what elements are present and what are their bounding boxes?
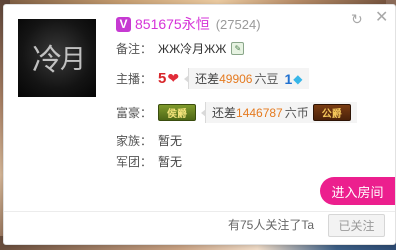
army-label: 军团： [116, 155, 153, 169]
remark-value: ЖЖ冷月ЖЖ [158, 42, 227, 56]
anchor-upgrade-tip: 还差 49906 六豆 1 ◆ [184, 68, 309, 89]
name-row: V 851675永恒 (27524) [116, 14, 261, 34]
family-label: 家族： [116, 134, 153, 148]
anchor-diff-value: 49906 [219, 71, 253, 86]
refresh-icon[interactable]: ↻ [351, 12, 365, 26]
diamond-icon: ◆ [293, 71, 303, 86]
avatar-art: 冷 [32, 43, 62, 78]
wealth-upgrade-tip: 还差 1446787 六币 公爵 [201, 102, 357, 123]
wealth-diff-value: 1446787 [236, 105, 283, 120]
heart-icon: ❤ [167, 70, 180, 86]
divider [4, 211, 395, 212]
wealth-row: 富豪： 侯爵 还差 1446787 六币 公爵 [116, 102, 357, 123]
remark-row: 备注： ЖЖ冷月ЖЖ ✎ [116, 40, 245, 57]
diff-prefix: 还差 [195, 72, 220, 86]
wealth-diff-unit: 六币 [284, 106, 309, 120]
enter-room-button[interactable]: 进入房间 [320, 177, 395, 205]
anchor-level: 5 [158, 70, 167, 87]
anchor-label: 主播： [116, 72, 153, 86]
army-value: 暂无 [158, 155, 183, 169]
followers-count: 有75人关注了Ta [228, 218, 315, 232]
anchor-next-level: 1 [284, 70, 293, 87]
wealth-next-badge: 公爵 [312, 104, 351, 121]
edit-remark-icon[interactable]: ✎ [231, 42, 245, 55]
user-profile-card: 冷 月 ↻ ✕ V 851675永恒 (27524) 备注： ЖЖ冷月ЖЖ ✎ … [3, 4, 396, 245]
wealth-label: 富豪： [116, 106, 153, 120]
remark-label: 备注： [116, 42, 153, 56]
family-row: 家族： 暂无 [116, 132, 182, 149]
anchor-diff-unit: 六豆 [254, 72, 279, 86]
tip-arrow [201, 109, 206, 117]
tip-arrow [184, 75, 190, 83]
user-id: (27524) [215, 16, 261, 32]
vip-badge: V [116, 16, 131, 32]
avatar[interactable]: 冷 月 [18, 19, 96, 97]
wealth-current-badge: 侯爵 [158, 104, 196, 121]
army-row: 军团： 暂无 [116, 153, 182, 170]
diff-prefix: 还差 [212, 106, 237, 120]
family-value: 暂无 [158, 134, 183, 148]
nickname: 851675永恒 [135, 16, 210, 32]
anchor-row: 主播： 5 ❤ 还差 49906 六豆 1 ◆ [116, 68, 309, 89]
avatar-art: 月 [60, 45, 87, 75]
close-icon[interactable]: ✕ [375, 10, 389, 26]
following-button[interactable]: 已关注 [328, 214, 385, 237]
